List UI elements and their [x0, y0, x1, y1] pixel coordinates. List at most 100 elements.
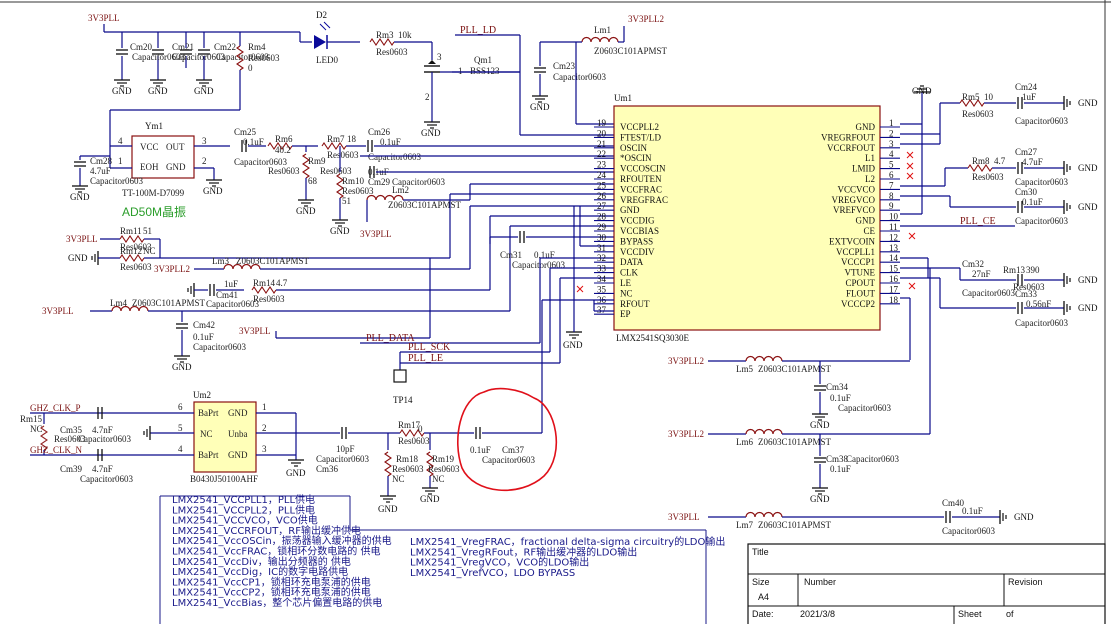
um1-ref: Um1	[614, 93, 632, 103]
um1-pin-name: EXTVCOIN	[829, 236, 875, 246]
cm39-value: 4.7nF	[92, 464, 113, 474]
um1-pin-name: GND	[856, 216, 876, 226]
cm37-ref: Cm37	[502, 445, 525, 455]
cm24-ref: Cm24	[1015, 82, 1038, 92]
um1-pin-number: 8	[889, 191, 894, 201]
power-label-3v3pll2-top: 3V3PLL2	[628, 14, 664, 24]
cm25-ref: Cm25	[234, 127, 257, 137]
net-clk-n: GHZ_CLK_N	[30, 445, 82, 455]
qm1-ref: Qm1	[474, 55, 492, 65]
um1-pin-name: VCCCP2	[841, 299, 875, 309]
um1-pin-number: 16	[889, 274, 899, 284]
rm19-ref: Rm19	[432, 454, 455, 464]
rm11-ref: Rm11	[120, 226, 142, 236]
power-label-3v3pll2-r1: 3V3PLL2	[668, 356, 704, 366]
cm40-value: 0.1uF	[962, 506, 983, 516]
um1-pin-number: 37	[597, 305, 607, 315]
top-left-decoupling: 3V3PLL GND GND GND Cm20 Capacitor0603 Cm…	[88, 13, 300, 96]
rm13-ref: Rm13	[1003, 265, 1026, 275]
cm41-fp: Capacitor0603	[206, 299, 259, 309]
um1-pin-number: 2	[889, 128, 894, 138]
um1-pin-name: VREGVCO	[831, 195, 875, 205]
um1-pin-name: FLOUT	[846, 288, 876, 298]
cm38-fp: Capacitor0603	[846, 454, 899, 464]
cm42-fp: Capacitor0603	[193, 342, 246, 352]
rm8-fp: Res0603	[972, 172, 1004, 182]
um1-pin-number: 6	[889, 170, 894, 180]
um1-value: LMX2541SQ3030E	[616, 333, 690, 343]
note-line: LMX2541_VregRFout，RF输出缓冲器的LDO输出	[410, 545, 637, 558]
gnd-label: GND	[912, 86, 932, 96]
lm4-value: Z0603C101APMST	[132, 298, 206, 308]
um1-pin-name: VCCVCO	[837, 184, 875, 194]
um1-pin-name: EP	[620, 309, 631, 319]
um1-pin-number: 21	[597, 139, 606, 149]
rm7-value: 18	[347, 134, 357, 144]
ym1-ref: Ym1	[145, 121, 163, 131]
um1-pin-number: 25	[597, 180, 607, 190]
gnd-label: GND	[1078, 275, 1098, 285]
note-line: LMX2541_VccBias，整个芯片偏置电路的供电	[172, 596, 382, 609]
um1-pin-name: DATA	[620, 257, 644, 267]
rm17-fp: Res0603	[398, 436, 430, 446]
rm6-ref: Rm6	[275, 134, 293, 144]
um1-pin-number: 1	[889, 118, 894, 128]
um1-pin-number: 10	[889, 212, 899, 222]
cm36-value: 10pF	[336, 444, 355, 454]
rm10-ref: Rm10	[342, 176, 365, 186]
note-line: LMX2541_VccFRAC，锁相环分数电路的 供电	[172, 545, 380, 558]
power-label-3v3pll-l2: 3V3PLL	[66, 234, 98, 244]
ym1-pin-eoh: EOH	[140, 162, 159, 172]
cm30-value: 0.1uF	[1022, 197, 1043, 207]
cm27-ref: Cm27	[1015, 147, 1038, 157]
note-line: LMX2541_VccCP1，锁相环充电泵浦的供电	[172, 575, 371, 588]
um1-pin-number: 33	[597, 264, 607, 274]
cm33-fp: Capacitor0603	[1015, 318, 1068, 328]
rm19-value: NC	[432, 474, 445, 484]
um1-pin-number: 34	[597, 274, 607, 284]
note-line: LMX2541_VCCRFOUT，RF输出缓冲供电	[172, 524, 361, 537]
size-value: A4	[758, 592, 769, 602]
um2-pin-baprt2: BaPrt	[198, 450, 219, 460]
um2-num-1: 1	[262, 402, 267, 412]
rm9-ref: Rm9	[308, 156, 326, 166]
note-line: LMX2541_VCCPLL2，PLL供电	[172, 503, 315, 516]
ym1-num-4: 4	[118, 136, 123, 146]
qm1-pin2: 2	[425, 92, 430, 102]
d2-value: LED0	[316, 55, 338, 65]
rm5-ref: Rm5	[962, 92, 980, 102]
um1-pin-number: 35	[597, 284, 607, 294]
led-d2: D2 LED0	[299, 10, 360, 65]
note-line: LMX2541_VrefVCO，LDO BYPASS	[410, 568, 575, 579]
cm36-ref: Cm36	[316, 464, 339, 474]
um1-pin-name: VTUNE	[845, 268, 876, 278]
cm40-fp: Capacitor0603	[942, 526, 995, 536]
power-label-3v3pll-r3: 3V3PLL	[668, 512, 700, 522]
gnd-label: GND	[1078, 202, 1098, 212]
cm38-value: 0.1uF	[830, 464, 851, 474]
lm7-ref: Lm7	[736, 520, 753, 530]
rm11-value: 51	[143, 226, 152, 236]
note-line: LMX2541_VregVCO，VCO的LDO输出	[410, 556, 589, 569]
cm28-value: 4.7uF	[90, 166, 111, 176]
cm34-fp: Capacitor0603	[838, 403, 891, 413]
um1-pin-number: 30	[597, 232, 607, 242]
um1-pin-number: 13	[889, 243, 899, 253]
gnd-label: GND	[203, 186, 223, 196]
rm15-ref: Rm15	[20, 414, 43, 424]
net-pll-ce: PLL_CE	[960, 216, 996, 227]
crystal-note: AD50M晶振	[122, 205, 186, 219]
cm36-fp: Capacitor0603	[316, 454, 369, 464]
ym1-value: TT-100M-D7099	[122, 188, 185, 198]
cm32-ref: Cm32	[962, 259, 984, 269]
number-label: Number	[804, 577, 836, 587]
rm18-ref: Rm18	[396, 454, 419, 464]
um2-value: B0430J50100AHF	[190, 474, 258, 484]
title-label: Title	[752, 547, 769, 557]
revision-label: Revision	[1008, 577, 1043, 587]
um1-pin-number: 29	[597, 222, 607, 232]
um1-pin-number: 20	[597, 128, 607, 138]
gnd-label: GND	[148, 86, 168, 96]
cm42-ref: Cm42	[193, 320, 215, 330]
rm6-fp: Res0603	[268, 166, 300, 176]
